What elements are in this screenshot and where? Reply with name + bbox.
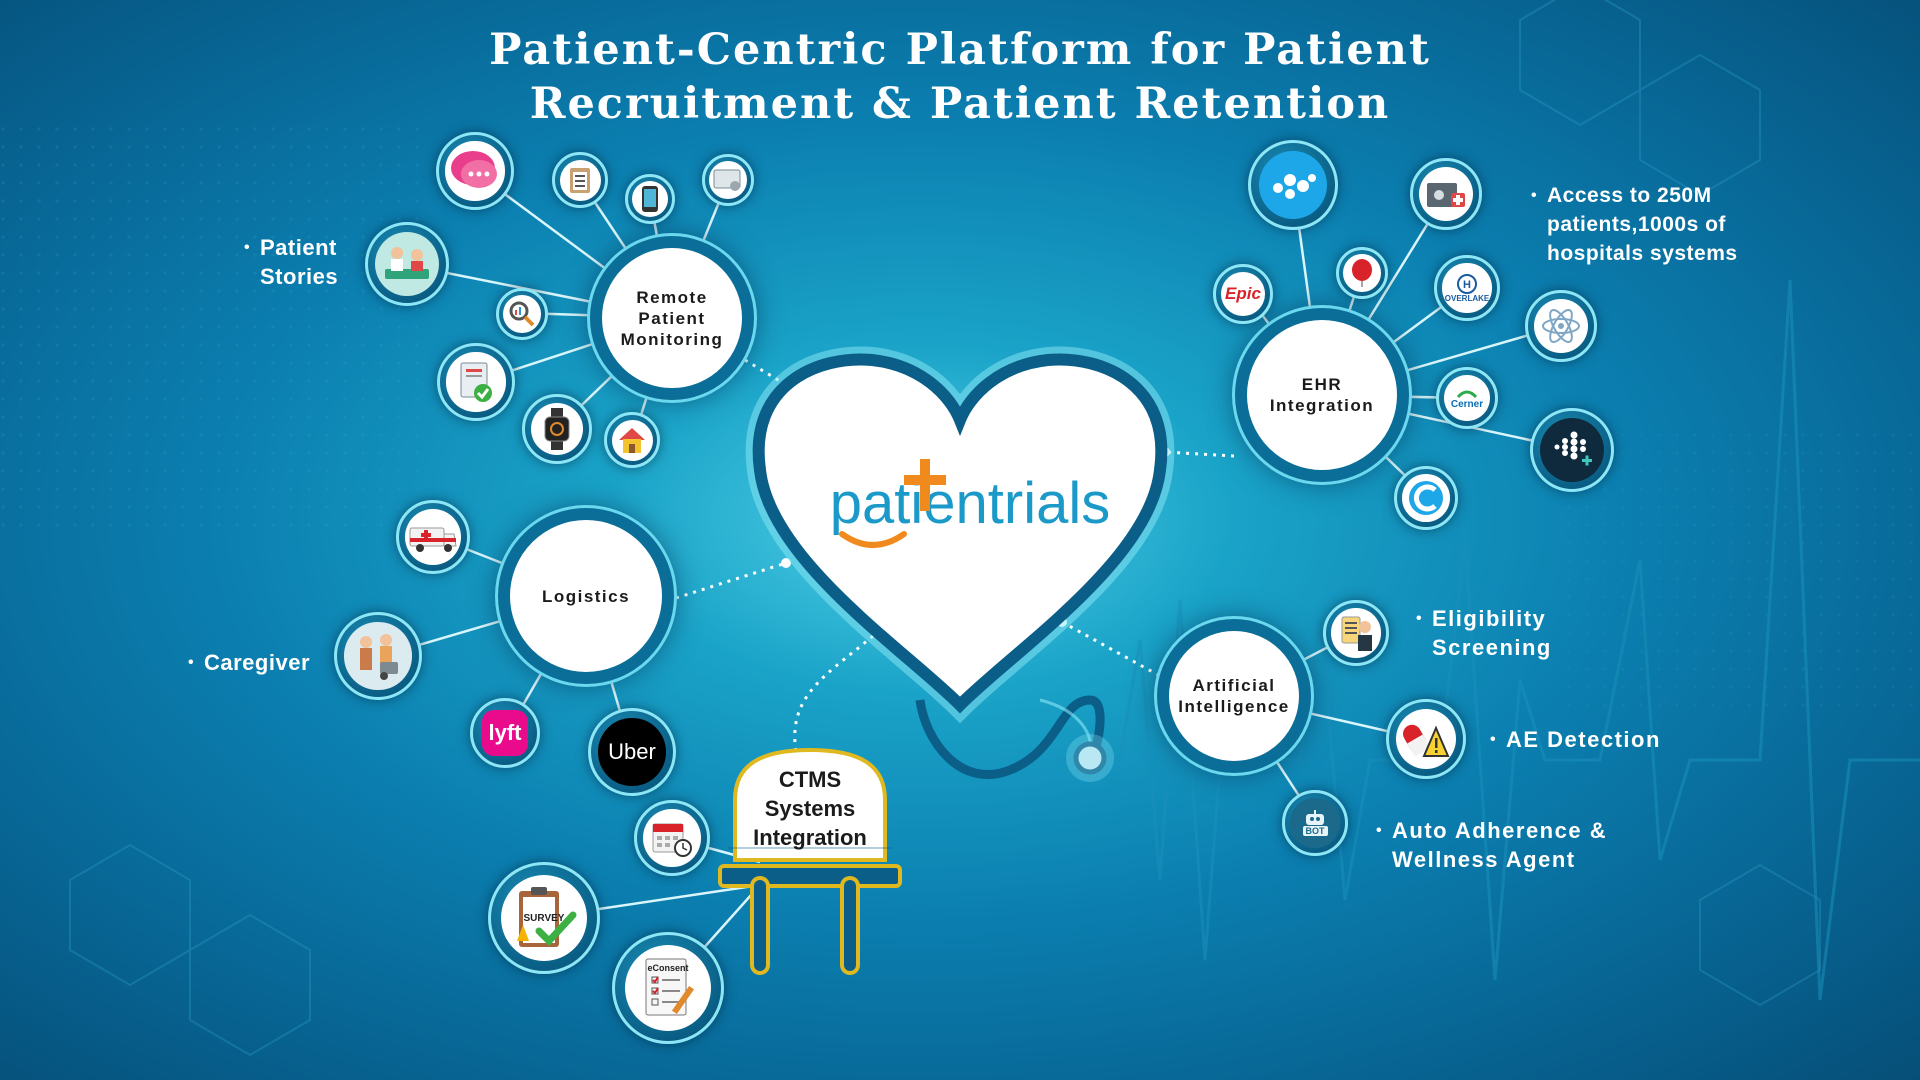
wave-logo-icon xyxy=(1408,480,1443,515)
doctor-clipboard-icon xyxy=(1341,616,1372,651)
node-epic[interactable]: Epic xyxy=(1213,264,1273,324)
smartwatch-icon xyxy=(544,408,570,450)
node-survey[interactable]: SURVEY xyxy=(488,862,600,974)
overlake-logo-icon: H xyxy=(1457,273,1477,294)
node-doctor[interactable] xyxy=(1323,600,1389,666)
uber-logo-icon: Uber xyxy=(608,738,656,764)
document-check-icon xyxy=(460,362,492,402)
bullet-caregiver: Caregiver xyxy=(188,648,310,677)
magnifier-chart-icon xyxy=(509,301,535,327)
hub-ctms-systems-integration[interactable]: CTMS Systems Integration xyxy=(735,765,885,852)
cerner-logo-icon xyxy=(1456,390,1478,398)
bullet-ae-detection: AE Detection xyxy=(1490,725,1661,754)
hub-artificial-intelligence[interactable]: Artificial Intelligence xyxy=(1157,619,1311,773)
node-wave-logo[interactable] xyxy=(1394,466,1458,530)
logo-cross-icon xyxy=(904,459,946,511)
cerner-label: Cerner xyxy=(1450,398,1484,410)
patientrials-logo-text: patientrials xyxy=(829,471,1111,536)
node-balloon[interactable] xyxy=(1336,247,1388,299)
patientrials-logo: patientrials xyxy=(800,470,1140,537)
bullet-patient-stories: Patient Stories xyxy=(244,233,338,291)
node-dots-logo[interactable] xyxy=(1248,140,1338,230)
econsent-label: eConsent xyxy=(647,962,689,973)
overlake-label: OVERLAKE xyxy=(1444,293,1490,303)
node-econsent[interactable]: eConsent xyxy=(612,932,724,1044)
node-fitbit[interactable] xyxy=(1530,408,1614,492)
lyft-logo-icon: lyft xyxy=(488,719,522,745)
node-ae-detection[interactable] xyxy=(1386,699,1466,779)
hub-remote-patient-monitoring[interactable]: Remote Patient Monitoring xyxy=(590,236,754,400)
node-tablet[interactable] xyxy=(702,154,754,206)
svg-text:H: H xyxy=(1463,279,1471,291)
node-chat[interactable] xyxy=(436,132,514,210)
calendar-clock-icon xyxy=(652,823,692,857)
node-ambulance[interactable] xyxy=(396,500,470,574)
fitbit-icon xyxy=(1554,431,1592,466)
logo-smile-icon xyxy=(839,531,907,548)
node-home[interactable] xyxy=(604,412,660,468)
robot-bot-icon xyxy=(1306,810,1324,825)
dots-logo-icon xyxy=(1273,174,1316,199)
caregiver-family-icon xyxy=(359,633,398,680)
chat-bubbles-icon xyxy=(451,151,497,188)
home-icon xyxy=(619,428,645,453)
node-smartphone[interactable] xyxy=(625,174,675,224)
node-document-check[interactable] xyxy=(437,343,515,421)
diagram-connectors xyxy=(377,170,1572,989)
balloon-icon xyxy=(1352,259,1372,287)
pill-warning-icon xyxy=(1402,724,1450,757)
node-bot[interactable]: BOT xyxy=(1282,790,1348,856)
node-uber[interactable]: Uber xyxy=(588,708,676,796)
bullet-access-250m: Access to 250M patients,1000s of hospita… xyxy=(1531,181,1738,268)
hub-logistics[interactable]: Logistics xyxy=(498,508,674,684)
node-smartwatch[interactable] xyxy=(522,394,592,464)
node-patient-stories[interactable] xyxy=(365,222,449,306)
epic-logo-icon: Epic xyxy=(1225,283,1261,303)
node-lyft[interactable]: lyft xyxy=(470,698,540,768)
atom-icon xyxy=(1541,309,1580,343)
node-magnifier[interactable] xyxy=(496,288,548,340)
clipboard-checklist-icon xyxy=(570,168,590,193)
node-atom[interactable] xyxy=(1525,290,1597,362)
ctms-plug-base xyxy=(718,864,902,888)
ambulance-icon xyxy=(409,527,457,552)
medical-folder-icon xyxy=(1426,182,1465,207)
node-clipboard[interactable] xyxy=(552,152,608,208)
node-caregiver[interactable] xyxy=(334,612,422,700)
node-medical-folder[interactable] xyxy=(1410,158,1482,230)
bullet-auto-adherence: Auto Adherence & Wellness Agent xyxy=(1376,816,1607,874)
node-calendar[interactable] xyxy=(634,800,710,876)
hub-ehr-integration[interactable]: EHR Integration xyxy=(1235,308,1409,482)
smartphone-icon xyxy=(641,185,658,212)
bullet-eligibility-screening: Eligibility Screening xyxy=(1416,604,1552,662)
tablet-icon xyxy=(713,169,741,191)
survey-label: SURVEY xyxy=(523,912,565,924)
patient-stories-icon xyxy=(384,246,429,279)
node-overlake[interactable]: H OVERLAKE xyxy=(1434,255,1500,321)
bot-label: BOT xyxy=(1302,826,1328,836)
node-cerner[interactable]: Cerner xyxy=(1436,367,1498,429)
